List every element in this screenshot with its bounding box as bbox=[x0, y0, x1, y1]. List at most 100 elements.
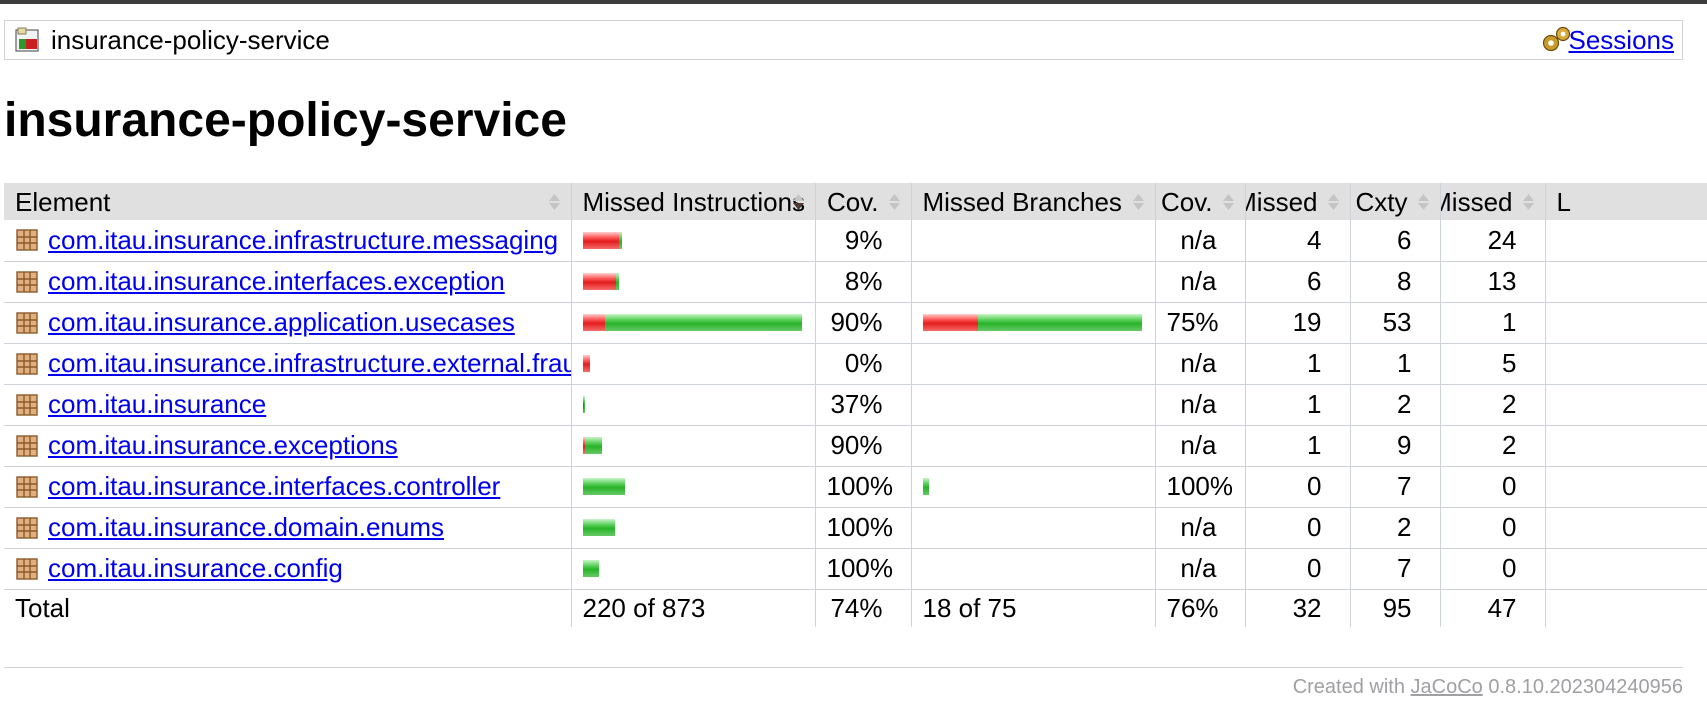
table-row: com.itau.insurance.infrastructure.extern… bbox=[4, 343, 1707, 385]
column-header-missed-instructions[interactable]: Missed Instructions bbox=[570, 183, 815, 220]
sort-icon bbox=[1522, 194, 1534, 210]
cxty-missed-cell: 1 bbox=[1244, 425, 1350, 467]
coverage-bar bbox=[582, 437, 804, 454]
breadcrumb-title[interactable]: insurance-policy-service bbox=[51, 25, 330, 55]
covered-bar-segment bbox=[618, 231, 622, 249]
package-link[interactable]: com.itau.insurance.config bbox=[48, 553, 343, 584]
lines-cell bbox=[1544, 507, 1707, 549]
package-entry: com.itau.insurance.infrastructure.extern… bbox=[15, 348, 571, 379]
package-link[interactable]: com.itau.insurance.domain.enums bbox=[48, 512, 444, 543]
lines-missed-cell: 0 bbox=[1439, 466, 1545, 508]
total-cxty-missed: 32 bbox=[1244, 589, 1350, 627]
coverage-bar bbox=[582, 273, 804, 290]
coverage-bar bbox=[582, 519, 804, 536]
column-header-label: Element bbox=[15, 187, 111, 217]
covered-bar-segment bbox=[582, 478, 625, 495]
sort-icon bbox=[1222, 194, 1234, 210]
cxty-missed-cell: 0 bbox=[1244, 548, 1350, 590]
package-entry: com.itau.insurance.interfaces.exception bbox=[15, 266, 560, 297]
coverage-bar bbox=[582, 355, 804, 372]
covered-bar-segment bbox=[615, 273, 619, 290]
package-entry: com.itau.insurance.exceptions bbox=[15, 430, 560, 461]
coverage-bar bbox=[582, 314, 804, 331]
branch-cov-cell: n/a bbox=[1154, 507, 1245, 549]
window-top-border bbox=[0, 0, 1707, 4]
lines-missed-cell: 1 bbox=[1439, 302, 1545, 344]
cxty-cell: 2 bbox=[1349, 507, 1440, 549]
package-entry: com.itau.insurance.config bbox=[15, 553, 560, 584]
sort-icon bbox=[1132, 194, 1144, 210]
missed-branches-cell bbox=[910, 384, 1155, 426]
column-header-branch-cov[interactable]: Cov. bbox=[1154, 183, 1245, 220]
branch-cov-cell: 75% bbox=[1154, 302, 1245, 344]
lines-missed-cell: 5 bbox=[1439, 343, 1545, 385]
column-header-missed-branches[interactable]: Missed Branches bbox=[910, 183, 1155, 220]
jacoco-link[interactable]: JaCoCo bbox=[1411, 676, 1483, 698]
package-link[interactable]: com.itau.insurance.exceptions bbox=[48, 430, 398, 461]
sort-down-icon bbox=[792, 194, 804, 210]
cxty-cell: 7 bbox=[1349, 548, 1440, 590]
table-row: com.itau.insurance.interfaces.exception 8… bbox=[4, 261, 1707, 303]
missed-instructions-cell bbox=[570, 425, 815, 467]
missed-instructions-cell bbox=[570, 466, 815, 508]
lines-missed-cell: 13 bbox=[1439, 261, 1545, 303]
covered-bar-segment bbox=[582, 560, 599, 577]
column-header-label: Missed Branches bbox=[922, 187, 1122, 217]
instr-cov-cell: 100% bbox=[814, 466, 911, 508]
column-header-label: Cov. bbox=[826, 187, 879, 217]
column-header-element[interactable]: Element bbox=[4, 183, 571, 220]
lines-missed-cell: 0 bbox=[1439, 548, 1545, 590]
missed-branches-cell bbox=[910, 548, 1155, 590]
column-header-lines[interactable]: L bbox=[1544, 183, 1707, 220]
sort-icon bbox=[888, 194, 900, 210]
table-total-row: Total 220 of 873 74% 18 of 75 76% 32 95 … bbox=[4, 589, 1707, 627]
column-header-instr-cov[interactable]: Cov. bbox=[814, 183, 911, 220]
report-icon bbox=[15, 27, 39, 52]
column-header-lines-missed[interactable]: Missed bbox=[1439, 183, 1545, 220]
missed-instructions-cell bbox=[570, 343, 815, 385]
total-branches: 18 of 75 bbox=[910, 589, 1155, 627]
package-link[interactable]: com.itau.insurance.interfaces.exception bbox=[48, 266, 505, 297]
cxty-cell: 9 bbox=[1349, 425, 1440, 467]
lines-cell bbox=[1544, 220, 1707, 262]
package-icon bbox=[16, 393, 38, 416]
total-instructions: 220 of 873 bbox=[570, 589, 815, 627]
coverage-table: Element Missed Instructions Cov. Missed … bbox=[4, 183, 1707, 627]
instr-cov-cell: 9% bbox=[814, 220, 911, 262]
total-instr-cov: 74% bbox=[814, 589, 911, 627]
cxty-missed-cell: 4 bbox=[1244, 220, 1350, 262]
covered-bar-segment bbox=[604, 314, 802, 331]
total-cxty: 95 bbox=[1349, 589, 1440, 627]
element-cell: com.itau.insurance.application.usecases bbox=[4, 302, 571, 344]
element-cell: com.itau.insurance.exceptions bbox=[4, 425, 571, 467]
branch-cov-cell: n/a bbox=[1154, 548, 1245, 590]
package-link[interactable]: com.itau.insurance.interfaces.controller bbox=[48, 471, 500, 502]
package-entry: com.itau.insurance.domain.enums bbox=[15, 512, 560, 543]
cxty-missed-cell: 0 bbox=[1244, 507, 1350, 549]
lines-cell bbox=[1544, 425, 1707, 467]
package-entry: com.itau.insurance.infrastructure.messag… bbox=[15, 225, 560, 256]
package-link[interactable]: com.itau.insurance.infrastructure.extern… bbox=[48, 348, 571, 379]
element-cell: com.itau.insurance.domain.enums bbox=[4, 507, 571, 549]
package-link[interactable]: com.itau.insurance.infrastructure.messag… bbox=[48, 225, 558, 256]
branch-cov-cell: n/a bbox=[1154, 384, 1245, 426]
column-header-cxty[interactable]: Cxty bbox=[1349, 183, 1440, 220]
breadcrumb: insurance-policy-service Sessions bbox=[4, 20, 1683, 60]
branch-cov-cell: n/a bbox=[1154, 220, 1245, 262]
covered-bar-segment bbox=[584, 437, 602, 454]
cxty-missed-cell: 6 bbox=[1244, 261, 1350, 303]
branch-cov-cell: n/a bbox=[1154, 343, 1245, 385]
missed-branches-cell bbox=[910, 220, 1155, 262]
column-header-cxty-missed[interactable]: Missed bbox=[1244, 183, 1350, 220]
coverage-table-container: Element Missed Instructions Cov. Missed … bbox=[4, 183, 1707, 628]
sessions-link[interactable]: Sessions bbox=[1569, 25, 1675, 55]
package-link[interactable]: com.itau.insurance bbox=[48, 389, 266, 420]
missed-branches-cell bbox=[910, 466, 1155, 508]
element-cell: com.itau.insurance.interfaces.controller bbox=[4, 466, 571, 508]
package-icon bbox=[16, 516, 38, 539]
package-link[interactable]: com.itau.insurance.application.usecases bbox=[48, 307, 515, 338]
missed-instructions-cell bbox=[570, 302, 815, 344]
missed-instructions-cell bbox=[570, 220, 815, 262]
table-body: com.itau.insurance.infrastructure.messag… bbox=[4, 220, 1707, 590]
footer-version: 0.8.10.202304240956 bbox=[1482, 676, 1683, 698]
